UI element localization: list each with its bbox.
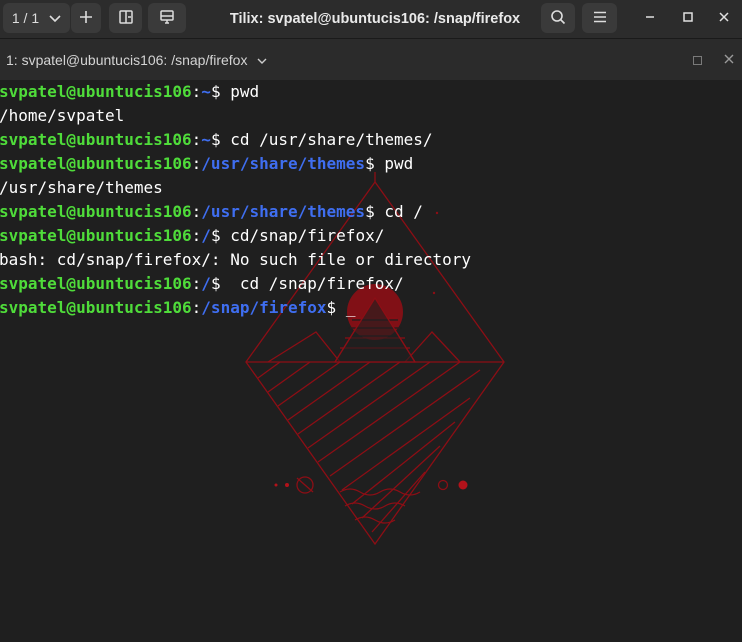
prompt-symbol: $ <box>326 298 337 317</box>
terminal-output-line: /home/svpatel <box>0 104 471 128</box>
prompt-user-host: svpatel@ubuntucis106 <box>0 298 192 317</box>
close-button[interactable] <box>710 5 738 33</box>
prompt-path: /usr/share/themes <box>201 202 366 221</box>
prompt-symbol: $ <box>365 202 375 221</box>
output-text: /usr/share/themes <box>0 178 163 197</box>
terminal-prompt-line: svpatel@ubuntucis106:/$ cd/snap/firefox/ <box>0 224 471 248</box>
minimize-icon <box>644 10 656 28</box>
prompt-separator: : <box>191 298 202 317</box>
hamburger-menu-icon <box>593 10 607 26</box>
command-text: cd /snap/firefox/ <box>220 274 404 293</box>
terminal-maximize-icon[interactable] <box>693 56 702 65</box>
prompt-user-host: svpatel@ubuntucis106 <box>0 82 192 101</box>
close-icon <box>718 10 730 28</box>
find-button[interactable] <box>541 3 575 33</box>
terminal-close-icon[interactable] <box>724 51 734 67</box>
terminal-prompt-line: svpatel@ubuntucis106:~$ cd /usr/share/th… <box>0 128 471 152</box>
command-text: cd/snap/firefox/ <box>220 226 385 245</box>
terminal-output-line: bash: cd/snap/firefox/: No such file or … <box>0 248 471 272</box>
command-text: pwd <box>220 82 260 101</box>
main-menu-button[interactable] <box>582 3 617 33</box>
split-down-button[interactable] <box>148 3 186 33</box>
header-bar: 1 / 1 Tilix: svpatel@ubuntucis106: /snap… <box>0 0 742 38</box>
plus-icon <box>79 10 93 27</box>
split-right-icon <box>118 9 134 28</box>
maximize-icon <box>682 10 694 28</box>
terminal-prompt-line: svpatel@ubuntucis106:/usr/share/themes$ … <box>0 152 471 176</box>
prompt-user-host: svpatel@ubuntucis106 <box>0 154 192 173</box>
terminal-prompt-line: svpatel@ubuntucis106:~$ pwd <box>0 80 471 104</box>
prompt-symbol: $ <box>210 130 221 149</box>
terminal-title[interactable]: 1: svpatel@ubuntucis106: /snap/firefox <box>6 39 267 81</box>
prompt-separator: : <box>191 154 202 173</box>
terminal-output-line: /usr/share/themes <box>0 176 471 200</box>
prompt-user-host: svpatel@ubuntucis106 <box>0 130 192 149</box>
prompt-user-host: svpatel@ubuntucis106 <box>0 202 192 221</box>
chevron-down-icon <box>49 10 61 26</box>
prompt-separator: : <box>191 130 202 149</box>
output-text: /home/svpatel <box>0 106 125 125</box>
prompt-separator: : <box>191 226 202 245</box>
chevron-down-icon <box>257 56 267 68</box>
prompt-symbol: $ <box>210 82 221 101</box>
prompt-separator: : <box>191 274 202 293</box>
search-icon <box>550 9 566 28</box>
split-down-icon <box>159 9 175 28</box>
session-label: 1 / 1 <box>11 10 40 26</box>
prompt-path: / <box>201 274 211 293</box>
minimize-button[interactable] <box>636 5 664 33</box>
session-switcher-button[interactable]: 1 / 1 <box>3 3 70 33</box>
prompt-path: /snap/firefox <box>201 298 327 317</box>
terminal-window: 1 / 1 Tilix: svpatel@ubuntucis106: /snap… <box>0 0 742 642</box>
text-cursor: _ <box>345 298 356 317</box>
terminal-output: svpatel@ubuntucis106:~$ pwd/home/svpatel… <box>0 80 471 320</box>
split-right-button[interactable] <box>109 3 142 33</box>
prompt-path: ~ <box>201 82 211 101</box>
maximize-button[interactable] <box>674 5 702 33</box>
prompt-symbol: $ <box>210 226 221 245</box>
window-title: Tilix: svpatel@ubuntucis106: /snap/firef… <box>229 11 521 27</box>
terminal-prompt-line: svpatel@ubuntucis106:/snap/firefox$ _ <box>0 296 471 320</box>
terminal-title-label: 1: svpatel@ubuntucis106: /snap/firefox <box>6 52 248 68</box>
command-text: cd /usr/share/themes/ <box>220 130 433 149</box>
prompt-separator: : <box>191 202 202 221</box>
command-text <box>336 298 346 317</box>
terminal-title-bar[interactable]: 1: svpatel@ubuntucis106: /snap/firefox <box>0 38 742 80</box>
prompt-symbol: $ <box>210 274 221 293</box>
terminal-prompt-line: svpatel@ubuntucis106:/$ cd /snap/firefox… <box>0 272 471 296</box>
terminal-area[interactable]: svpatel@ubuntucis106:~$ pwd/home/svpatel… <box>0 80 742 642</box>
command-text: pwd <box>374 154 414 173</box>
add-session-button[interactable] <box>71 3 101 33</box>
prompt-symbol: $ <box>365 154 375 173</box>
prompt-path: ~ <box>201 130 211 149</box>
prompt-user-host: svpatel@ubuntucis106 <box>0 274 192 293</box>
command-text: cd / <box>374 202 423 221</box>
prompt-path: /usr/share/themes <box>201 154 366 173</box>
terminal-prompt-line: svpatel@ubuntucis106:/usr/share/themes$ … <box>0 200 471 224</box>
prompt-user-host: svpatel@ubuntucis106 <box>0 226 192 245</box>
output-text: bash: cd/snap/firefox/: No such file or … <box>0 250 472 269</box>
prompt-path: / <box>201 226 211 245</box>
prompt-separator: : <box>191 82 202 101</box>
